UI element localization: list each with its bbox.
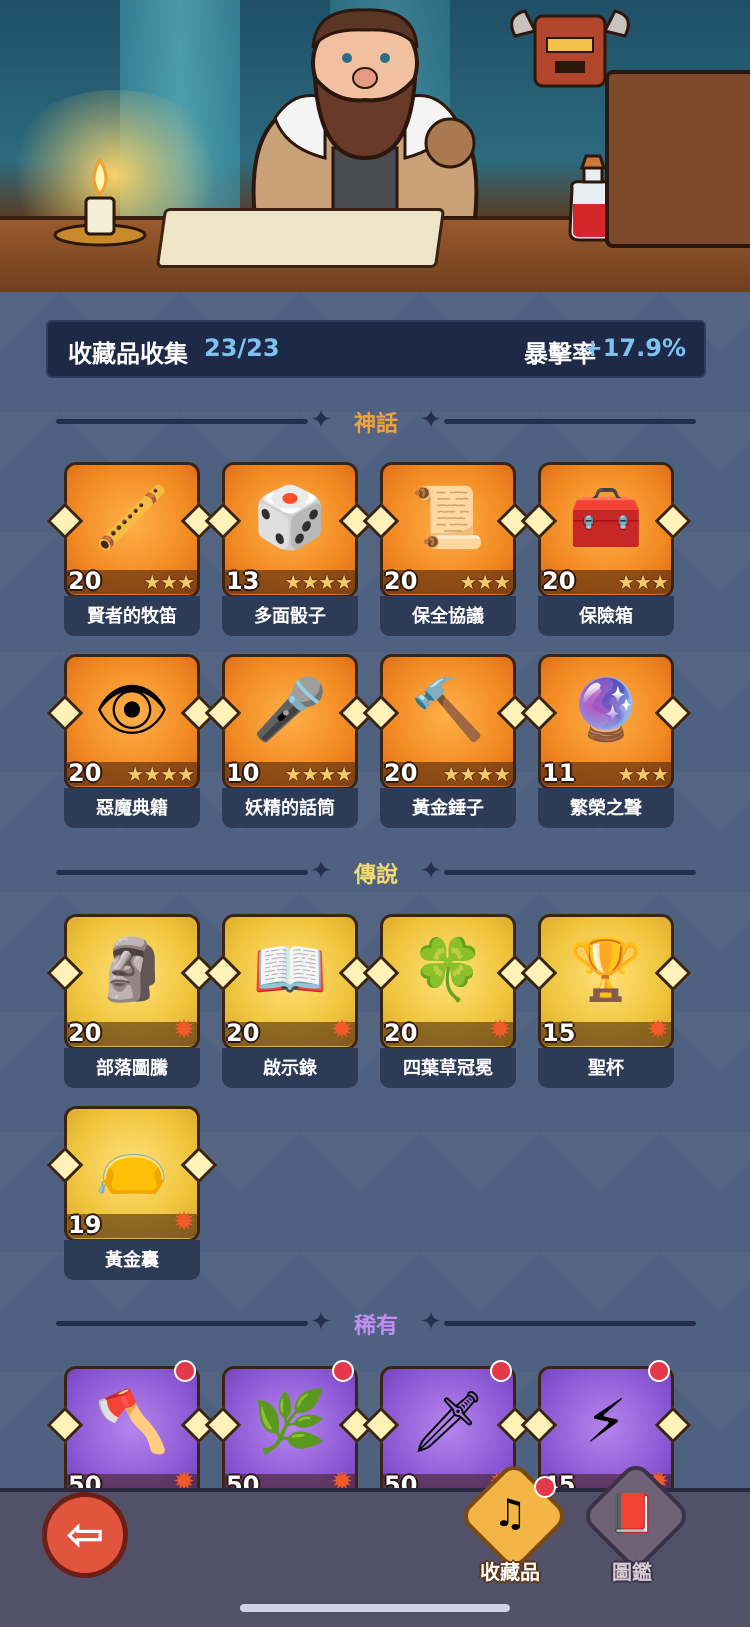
fairy-microphone-icon: 🎤 <box>252 675 328 745</box>
item-name: 多面骰子 <box>254 606 326 627</box>
collectible-card[interactable]: 🍀 20 ✹ 四葉草冠冕 <box>362 914 534 1088</box>
item-level: 20 <box>384 1019 418 1047</box>
item-name: 啟示錄 <box>263 1058 317 1079</box>
item-name: 保全協議 <box>412 606 484 627</box>
collectible-card[interactable]: 🎲 13 ★★★★ 多面骰子 <box>204 462 376 636</box>
shop-banner <box>0 0 750 292</box>
item-level: 11 <box>542 759 576 787</box>
flame-badge-icon: ✹ <box>173 1015 195 1045</box>
star-rating: ★★★★ <box>126 762 195 786</box>
section-header-legendary: ✦ 傳說 ✦ <box>46 853 706 891</box>
collectible-card[interactable]: 🗿 20 ✹ 部落圖騰 <box>46 914 218 1088</box>
collectible-card[interactable]: 🪈 20 ★★★ 賢者的牧笛 <box>46 462 218 636</box>
back-arrow-icon: ⇦ <box>65 1507 105 1561</box>
star-rating: ★★★ <box>617 570 669 594</box>
notification-dot <box>332 1360 354 1382</box>
tribal-totem-icon: 🗿 <box>94 935 170 1005</box>
dice-icon: 🎲 <box>252 483 328 553</box>
candle-icon <box>53 157 147 247</box>
crit-rate-value: +17.9% <box>582 334 686 362</box>
collection-count: 23/23 <box>204 334 280 362</box>
item-name: 賢者的牧笛 <box>87 606 177 627</box>
tab-codex[interactable]: 📕 圖鑑 <box>579 1459 693 1586</box>
collectible-card[interactable]: 📜 20 ★★★ 保全協議 <box>362 462 534 636</box>
star-rating: ★★★★ <box>442 762 511 786</box>
treasure-map <box>155 208 446 268</box>
notification-dot <box>174 1360 196 1382</box>
clover-crown-icon: 🍀 <box>410 935 486 1005</box>
treasure-chest-icon: 🧰 <box>568 483 644 553</box>
wooden-crate <box>605 70 750 248</box>
item-name: 部落圖騰 <box>96 1058 168 1079</box>
item-name: 妖精的話筒 <box>245 798 335 819</box>
item-level: 20 <box>68 759 102 787</box>
sparkle-icon: ✦ <box>420 405 442 435</box>
section-header-rare: ✦ 稀有 ✦ <box>46 1304 706 1342</box>
tab-collectibles[interactable]: ♫ 收藏品 <box>457 1459 571 1586</box>
demon-book-icon: 👁 <box>93 675 171 745</box>
collectible-card[interactable]: 👝 19 ✹ 黃金囊 <box>46 1106 218 1280</box>
notification-dot <box>648 1360 670 1382</box>
home-indicator <box>240 1604 510 1612</box>
back-button[interactable]: ⇦ <box>42 1492 128 1578</box>
item-level: 20 <box>68 1019 102 1047</box>
tab-codex-label: 圖鑑 <box>612 1560 652 1584</box>
item-level: 10 <box>226 759 260 787</box>
item-level: 20 <box>384 567 418 595</box>
item-level: 19 <box>68 1211 102 1239</box>
flame-badge-icon: ✹ <box>647 1015 669 1045</box>
item-name: 黃金錘子 <box>412 798 484 819</box>
golden-hammer-icon: 🔨 <box>410 675 486 745</box>
item-level: 20 <box>542 567 576 595</box>
notification-dot <box>490 1360 512 1382</box>
collection-title: 收藏品收集 <box>68 340 188 368</box>
star-rating: ★★★ <box>459 570 511 594</box>
collectible-card[interactable]: 👁 20 ★★★★ 惡魔典籍 <box>46 654 218 828</box>
contract-icon: 📜 <box>410 483 486 553</box>
item-level: 20 <box>226 1019 260 1047</box>
item-name: 四葉草冠冕 <box>403 1058 493 1079</box>
item-level: 13 <box>226 567 260 595</box>
holy-grail-icon: 🏆 <box>568 935 644 1005</box>
flame-badge-icon: ✹ <box>489 1015 511 1045</box>
collection-stats-bar: 收藏品收集 23/23 暴擊率 +17.9% <box>46 320 706 378</box>
flute-icon: 🪈 <box>94 483 170 553</box>
item-level: 20 <box>68 567 102 595</box>
star-rating: ★★★★ <box>284 762 353 786</box>
collectible-card[interactable]: 🧰 20 ★★★ 保險箱 <box>520 462 692 636</box>
item-name: 黃金囊 <box>105 1250 159 1271</box>
flame-badge-icon: ✹ <box>173 1207 195 1237</box>
collectible-card[interactable]: 🔨 20 ★★★★ 黃金錘子 <box>362 654 534 828</box>
notification-dot <box>534 1476 556 1498</box>
golden-pouch-icon: 👝 <box>94 1127 170 1197</box>
collectible-card[interactable]: 🔮 11 ★★★ 繁榮之聲 <box>520 654 692 828</box>
sparkle-icon: ✦ <box>420 856 442 886</box>
sparkle-icon: ✦ <box>420 1307 442 1337</box>
collectible-card[interactable]: 🏆 15 ✹ 聖杯 <box>520 914 692 1088</box>
item-level: 20 <box>384 759 418 787</box>
item-name: 保險箱 <box>579 606 633 627</box>
ice-dagger-icon: 🗡 <box>409 1387 487 1457</box>
item-name: 聖杯 <box>588 1058 624 1079</box>
collectible-card[interactable]: 📖 20 ✹ 啟示錄 <box>204 914 376 1088</box>
star-rating: ★★★★ <box>284 570 353 594</box>
star-rating: ★★★ <box>143 570 195 594</box>
item-name: 繁榮之聲 <box>570 798 642 819</box>
collectible-card[interactable]: 🎤 10 ★★★★ 妖精的話筒 <box>204 654 376 828</box>
item-level: 15 <box>542 1019 576 1047</box>
dwarf-shopkeeper-icon <box>251 8 479 218</box>
flame-badge-icon: ✹ <box>331 1015 353 1045</box>
vine-ring-icon: 🌿 <box>252 1387 328 1457</box>
tab-collectibles-label: 收藏品 <box>480 1560 540 1584</box>
star-rating: ★★★ <box>617 762 669 786</box>
axe-icon: 🪓 <box>94 1387 170 1457</box>
book-icon: 📕 <box>608 1491 656 1535</box>
item-name: 惡魔典籍 <box>96 798 168 819</box>
winged-orb-icon: 🔮 <box>568 675 644 745</box>
lightning-card-icon: ⚡ <box>584 1387 628 1457</box>
section-header-mythic: ✦ 神話 ✦ <box>46 402 706 440</box>
open-book-icon: 📖 <box>252 935 328 1005</box>
